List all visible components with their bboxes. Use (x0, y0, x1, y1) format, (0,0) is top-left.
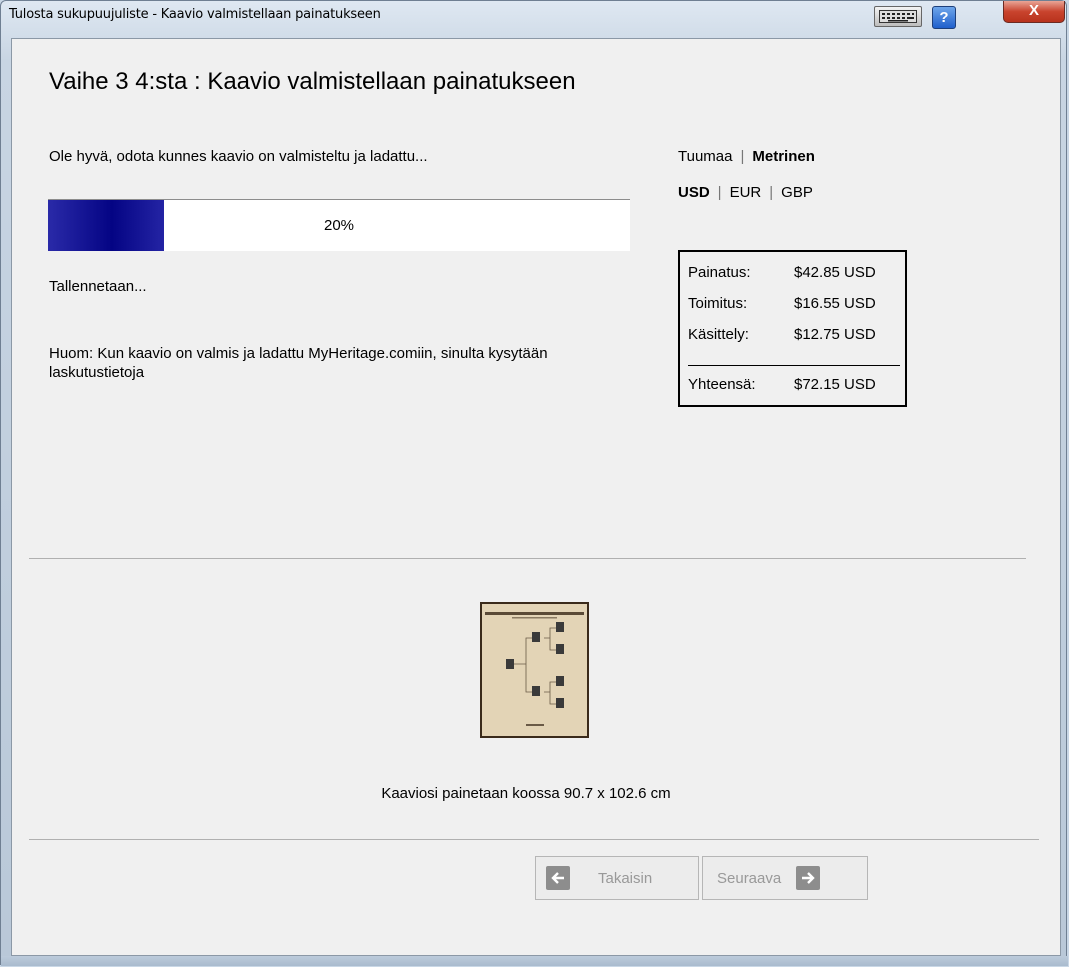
price-row-shipping: Toimitus: $16.55 USD (688, 295, 876, 312)
print-size-info: Kaaviosi painetaan koossa 90.7 x 102.6 c… (381, 785, 671, 802)
unit-separator: | (740, 148, 745, 165)
wait-message: Ole hyvä, odota kunnes kaavio on valmist… (49, 148, 428, 165)
price-divider (688, 365, 900, 366)
price-label: Yhteensä: (688, 376, 756, 393)
window-title: Tulosta sukupuujuliste - Kaavio valmiste… (9, 7, 381, 22)
arrow-right-icon (796, 866, 821, 890)
currency-separator: | (769, 184, 774, 201)
keyboard-icon (879, 10, 917, 23)
help-button[interactable]: ? (932, 6, 956, 29)
price-row-total: Yhteensä: $72.15 USD (688, 376, 876, 393)
dialog-window: Tulosta sukupuujuliste - Kaavio valmiste… (0, 0, 1068, 966)
price-label: Toimitus: (688, 295, 748, 312)
price-row-handling: Käsittely: $12.75 USD (688, 326, 876, 343)
dialog-content (11, 38, 1061, 956)
price-value: $16.55 USD (794, 295, 876, 312)
family-tree-preview-image (482, 604, 587, 736)
price-value: $12.75 USD (794, 326, 876, 343)
price-label: Painatus: (688, 264, 751, 281)
footer-divider (29, 839, 1039, 840)
unit-inch-option[interactable]: Tuumaa (678, 148, 732, 165)
price-summary: Painatus: $42.85 USD Toimitus: $16.55 USD … (678, 250, 907, 407)
billing-note: Huom: Kun kaavio on valmis ja ladattu My… (49, 345, 548, 381)
progress-percent: 20% (323, 217, 355, 234)
window-bottom-frame (1, 956, 1068, 966)
close-button[interactable]: X (1003, 1, 1065, 23)
next-button-label: Seuraava (717, 869, 782, 887)
currency-eur-option[interactable]: EUR (730, 184, 762, 201)
unit-metric-option[interactable]: Metrinen (752, 148, 815, 165)
progress-status: Tallennetaan... (49, 278, 147, 295)
section-divider (29, 558, 1026, 559)
price-value: $72.15 USD (794, 376, 876, 393)
currency-gbp-option[interactable]: GBP (781, 184, 813, 201)
family-tree-chart-thumbnail (480, 602, 589, 738)
upload-progress-bar: 20% (48, 199, 630, 251)
price-row-printing: Painatus: $42.85 USD (688, 264, 876, 281)
step-heading: Vaihe 3 4:sta : Kaavio valmistellaan pai… (49, 68, 576, 95)
arrow-left-icon (546, 866, 570, 890)
title-bar[interactable]: Tulosta sukupuujuliste - Kaavio valmiste… (1, 1, 1066, 31)
price-label: Käsittely: (688, 326, 749, 343)
keyboard-button[interactable] (874, 6, 922, 27)
currency-selector: USD | EUR | GBP (678, 184, 813, 201)
back-button-label: Takaisin (598, 869, 653, 887)
price-value: $42.85 USD (794, 264, 876, 281)
unit-selector: Tuumaa | Metrinen (678, 148, 815, 165)
next-button[interactable]: Seuraava (702, 856, 868, 900)
back-button[interactable]: Takaisin (535, 856, 699, 900)
currency-separator: | (717, 184, 722, 201)
currency-usd-option[interactable]: USD (678, 184, 710, 201)
